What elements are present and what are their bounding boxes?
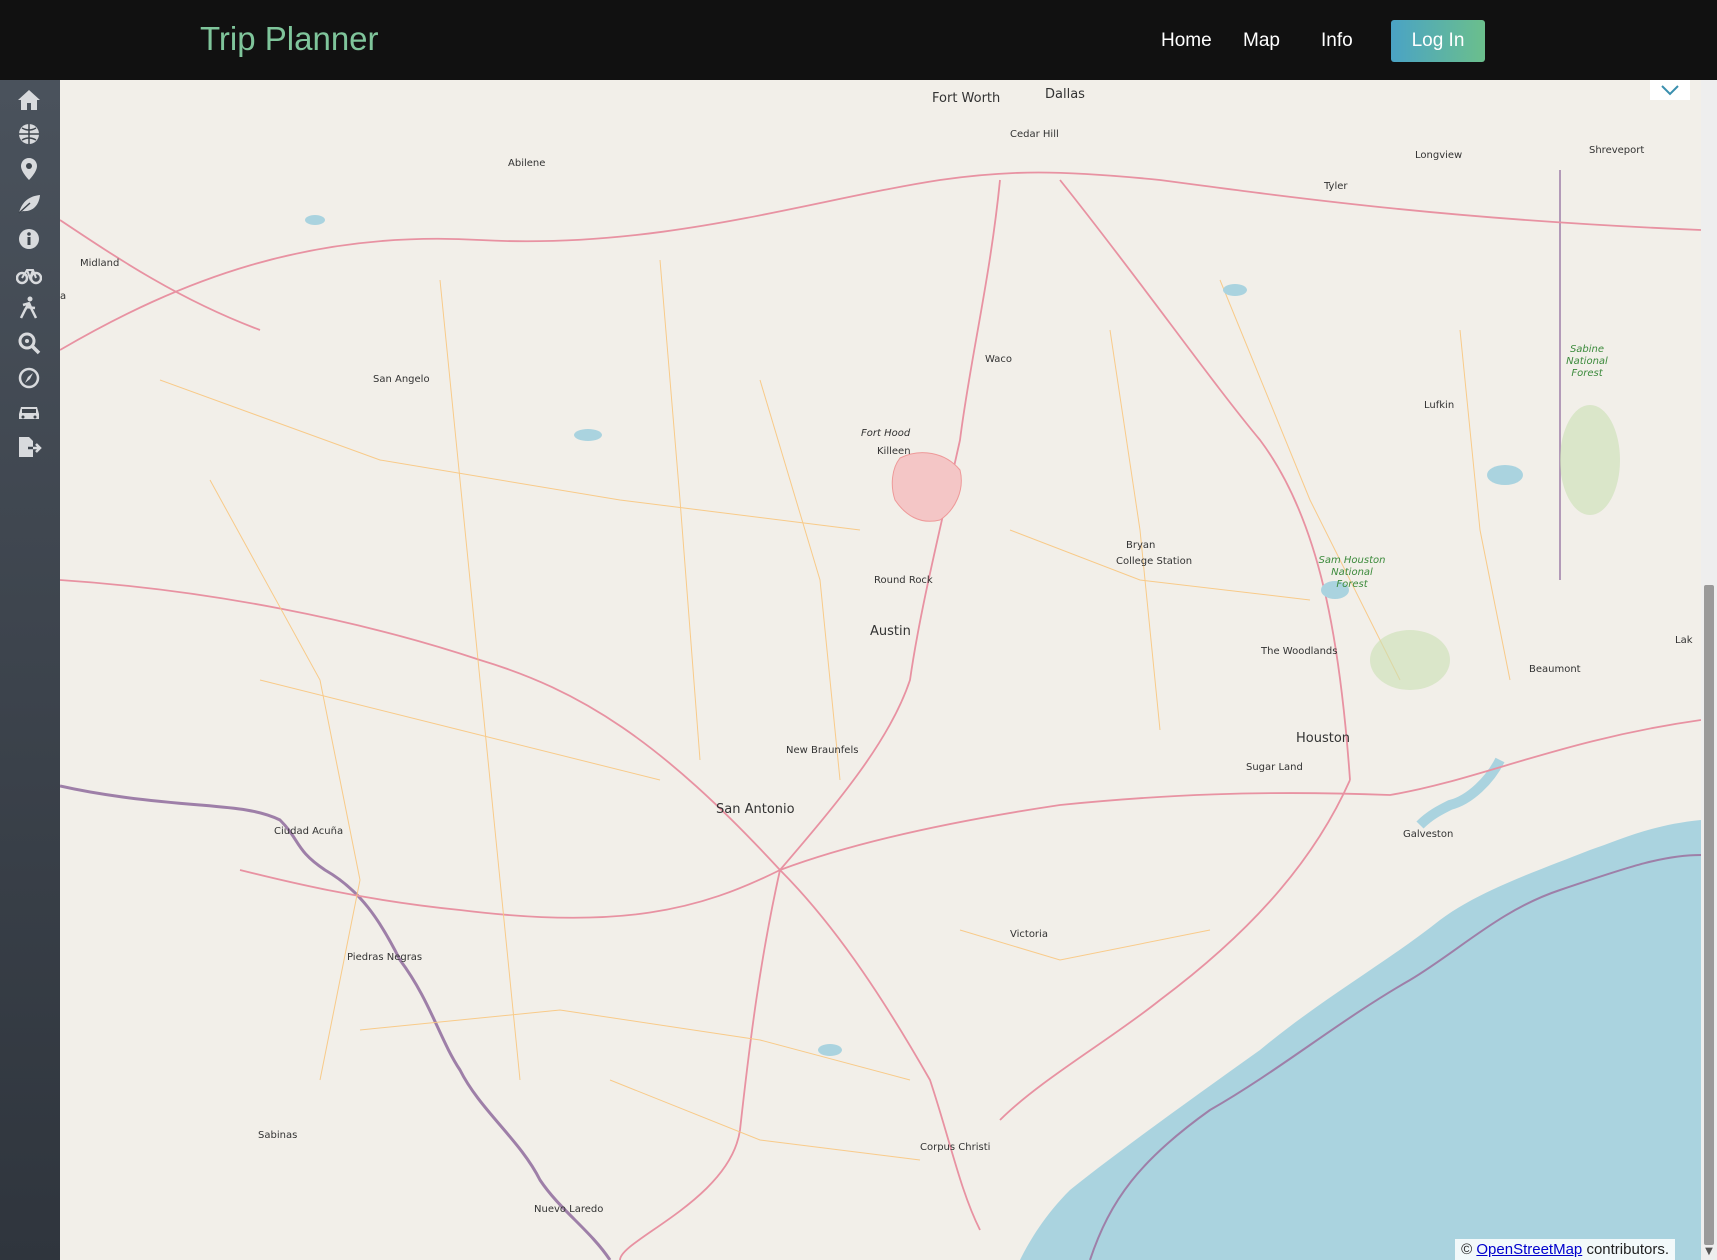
layers-icon xyxy=(1661,85,1679,96)
city-edge-lak: Lak xyxy=(1675,635,1693,646)
bicycle-icon[interactable] xyxy=(16,262,42,286)
label-sam-houston-forest-1: Sam Houston xyxy=(1319,555,1386,566)
city-san-angelo: San Angelo xyxy=(373,374,430,385)
label-sabine-forest-3: Forest xyxy=(1571,368,1603,379)
info-icon[interactable] xyxy=(16,227,42,251)
map-canvas[interactable]: Fort Worth Dallas Cedar Hill Abilene Mid… xyxy=(60,80,1701,1260)
city-waco: Waco xyxy=(985,354,1012,365)
city-cedar-hill: Cedar Hill xyxy=(1010,129,1059,140)
leaf-icon[interactable] xyxy=(16,192,42,216)
city-austin: Austin xyxy=(870,624,911,639)
city-fort-worth: Fort Worth xyxy=(932,91,1000,106)
map-tiles[interactable]: Fort Worth Dallas Cedar Hill Abilene Mid… xyxy=(60,80,1701,1260)
car-icon[interactable] xyxy=(16,400,42,424)
city-sugar-land: Sugar Land xyxy=(1246,762,1303,773)
compass-icon[interactable] xyxy=(16,366,42,390)
search-location-icon[interactable] xyxy=(16,331,42,355)
city-killeen: Killeen xyxy=(877,446,911,457)
attribution-suffix: contributors. xyxy=(1582,1241,1669,1258)
nav-map[interactable]: Map xyxy=(1243,30,1280,52)
label-sam-houston-forest-2: National xyxy=(1331,567,1373,578)
city-longview: Longview xyxy=(1415,150,1462,161)
city-piedras-negras: Piedras Negras xyxy=(347,952,422,963)
city-new-braunfels: New Braunfels xyxy=(786,745,858,756)
label-fort-hood: Fort Hood xyxy=(861,428,911,439)
city-college-station: College Station xyxy=(1116,556,1192,567)
top-navbar: Trip Planner Home Map Info Log In xyxy=(0,0,1717,80)
hiking-icon[interactable] xyxy=(16,296,42,320)
brand-title[interactable]: Trip Planner xyxy=(200,20,379,58)
city-lufkin: Lufkin xyxy=(1424,400,1454,411)
left-icon-sidebar xyxy=(0,80,60,1260)
city-galveston: Galveston xyxy=(1403,829,1453,840)
city-shreveport: Shreveport xyxy=(1589,145,1644,156)
city-houston: Houston xyxy=(1296,731,1350,746)
city-edge-a: a xyxy=(60,291,66,302)
layer-control-button[interactable] xyxy=(1650,80,1690,100)
openstreetmap-link[interactable]: OpenStreetMap xyxy=(1476,1241,1582,1258)
city-san-antonio: San Antonio xyxy=(716,802,795,817)
map-attribution: © OpenStreetMap contributors. xyxy=(1455,1239,1675,1260)
login-button[interactable]: Log In xyxy=(1391,20,1485,62)
label-sabine-forest-1: Sabine xyxy=(1570,344,1604,355)
nav-home[interactable]: Home xyxy=(1161,30,1212,52)
home-icon[interactable] xyxy=(16,88,42,112)
city-ciudad-acuna: Ciudad Acuña xyxy=(274,826,343,837)
export-file-icon[interactable] xyxy=(16,435,42,459)
city-dallas: Dallas xyxy=(1045,87,1085,102)
nav-info[interactable]: Info xyxy=(1321,30,1353,52)
city-midland: Midland xyxy=(80,258,119,269)
city-beaumont: Beaumont xyxy=(1529,664,1581,675)
globe-icon[interactable] xyxy=(16,122,42,146)
city-round-rock: Round Rock xyxy=(874,575,933,586)
city-tyler: Tyler xyxy=(1323,181,1348,192)
city-victoria: Victoria xyxy=(1010,929,1048,940)
city-sabinas: Sabinas xyxy=(258,1130,297,1141)
city-the-woodlands: The Woodlands xyxy=(1260,646,1337,657)
map-marker-icon[interactable] xyxy=(16,157,42,181)
page-scrollbar[interactable]: ▼ xyxy=(1701,80,1717,1260)
city-corpus-christi: Corpus Christi xyxy=(920,1142,990,1153)
scroll-down-arrow-icon[interactable]: ▼ xyxy=(1703,1246,1715,1258)
city-bryan: Bryan xyxy=(1126,540,1155,551)
scrollbar-thumb[interactable] xyxy=(1704,585,1714,1245)
label-sam-houston-forest-3: Forest xyxy=(1336,579,1368,590)
label-sabine-forest-2: National xyxy=(1566,356,1608,367)
city-abilene: Abilene xyxy=(508,158,545,169)
city-nuevo-laredo: Nuevo Laredo xyxy=(534,1204,603,1215)
copyright-symbol: © xyxy=(1461,1241,1473,1258)
